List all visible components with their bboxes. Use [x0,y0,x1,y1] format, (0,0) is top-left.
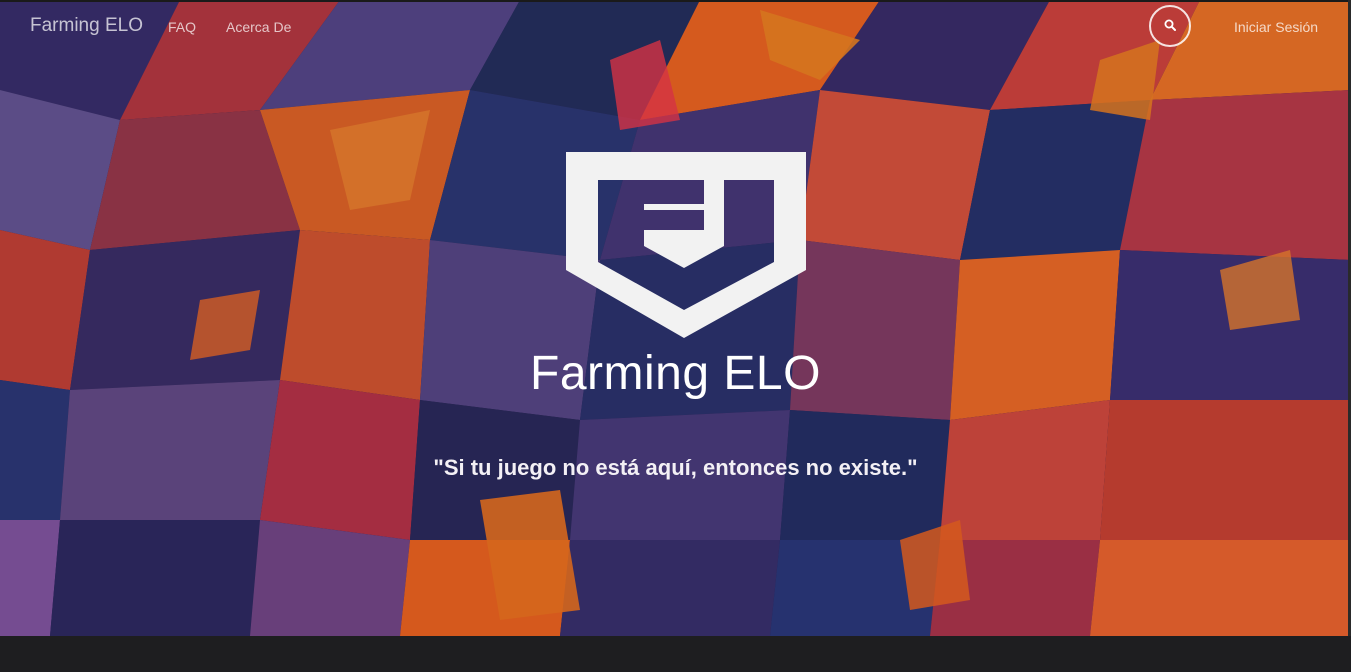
nav-link-faq[interactable]: FAQ [168,19,196,35]
search-button[interactable] [1149,5,1191,47]
bottom-bar [0,636,1351,672]
search-icon [1164,19,1176,31]
nav-link-about[interactable]: Acerca De [226,19,291,35]
hero-section: Farming ELO FAQ Acerca De Iniciar Sesión… [0,0,1351,636]
hero-title: Farming ELO [530,347,821,400]
login-link[interactable]: Iniciar Sesión [1234,19,1318,35]
brand-link[interactable]: Farming ELO [30,15,143,37]
hero-tagline: "Si tu juego no está aquí, entonces no e… [433,455,918,480]
farming-elo-logo-icon [566,152,806,338]
top-navbar: Farming ELO FAQ Acerca De Iniciar Sesión [0,0,1351,54]
